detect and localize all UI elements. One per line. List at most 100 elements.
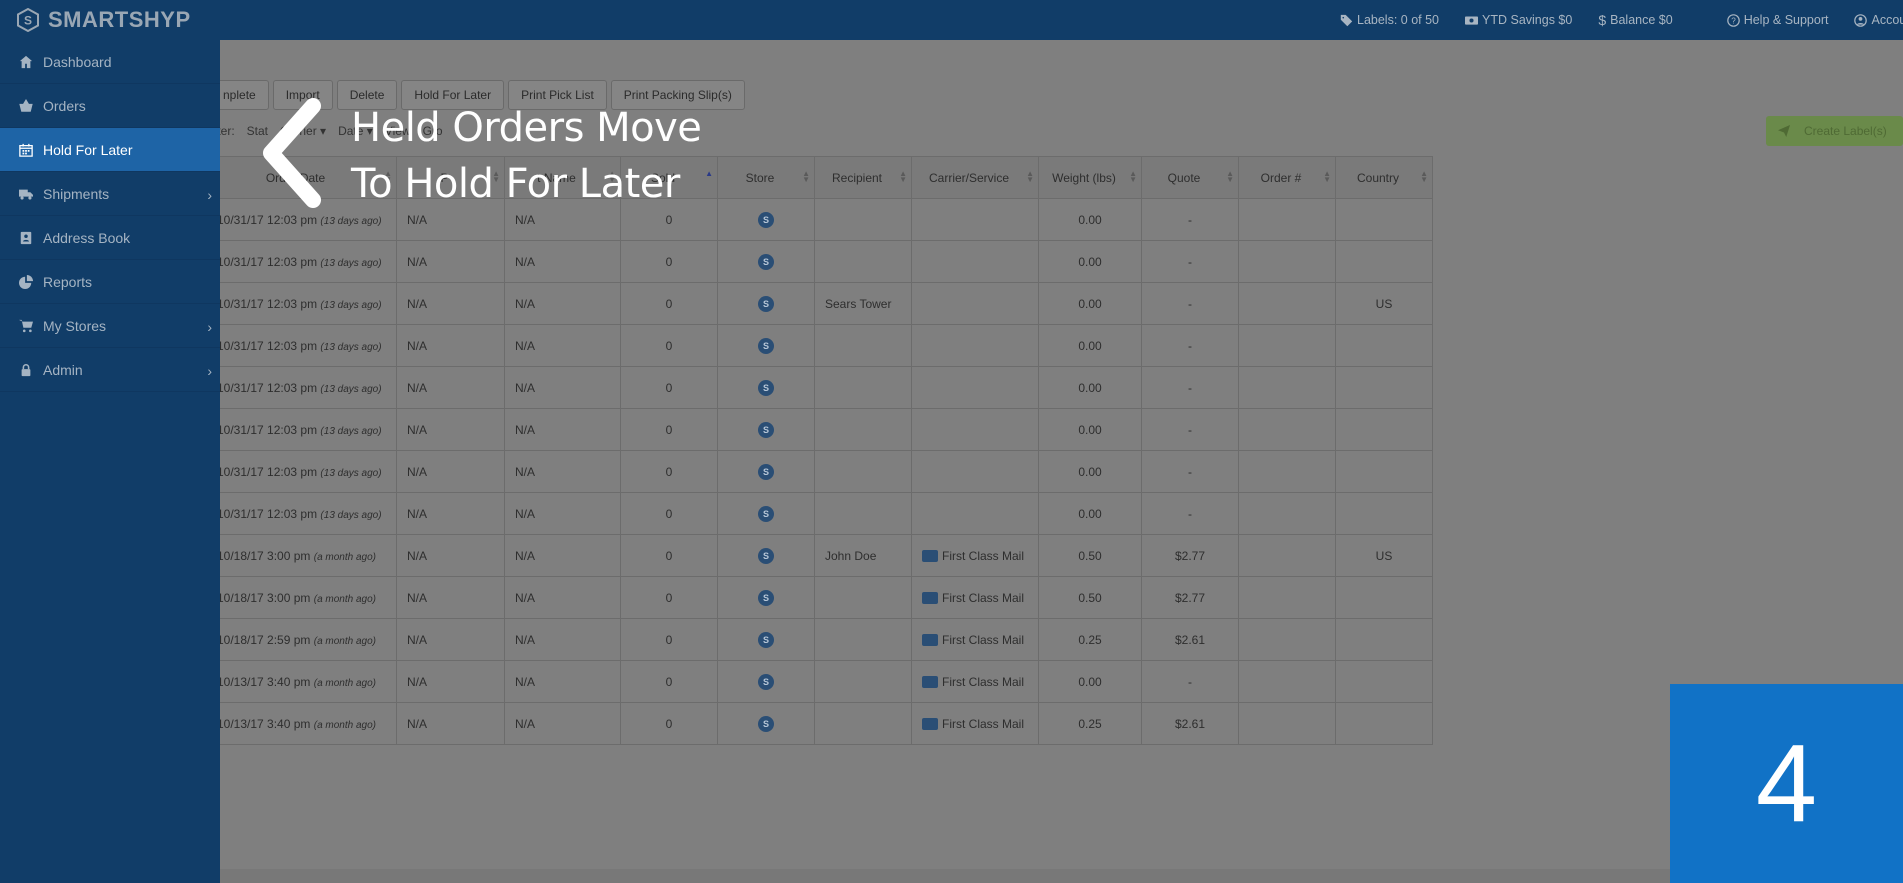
order-number-cell xyxy=(1238,660,1336,703)
chevron-right-icon: › xyxy=(207,363,212,379)
table-row[interactable]: 10/13/17 3:40 pm (a month ago) N/A N/A 0 S Fi… xyxy=(220,702,1433,745)
weight-cell: 0.00 xyxy=(1038,408,1142,451)
orders-table: Order Date ▲ ▼ P ▲ ▼ t Name ▲ ▼ Sold ▲ Store ▲ ▼ … xyxy=(220,156,1433,745)
table-row[interactable]: 10/31/17 12:03 pm (13 days ago) N/A N/A 0 S 0… xyxy=(220,366,1433,409)
caption-line-2: To Hold For Later xyxy=(351,161,680,207)
col-recipient[interactable]: Recipient ▲ ▼ xyxy=(814,156,912,199)
sidebar-item-admin[interactable]: Admin › xyxy=(0,348,220,392)
store-icon[interactable]: S xyxy=(758,715,774,732)
col-weight[interactable]: Weight (lbs) ▲ ▼ xyxy=(1038,156,1142,199)
order-date-cell: 10/31/17 12:03 pm (13 days ago) xyxy=(220,366,397,409)
table-row[interactable]: 10/31/17 12:03 pm (13 days ago) N/A N/A 0 S 0… xyxy=(220,240,1433,283)
sort-icon: ▲ ▼ xyxy=(899,169,907,184)
store-icon[interactable]: S xyxy=(758,253,774,270)
store-icon[interactable]: S xyxy=(758,463,774,480)
store-icon[interactable]: S xyxy=(758,337,774,354)
caption-line-1: Held Orders Move xyxy=(351,105,702,151)
store-icon[interactable]: S xyxy=(758,505,774,522)
recipient-cell xyxy=(814,408,912,451)
usps-icon xyxy=(922,634,938,647)
sold-cell: 0 xyxy=(620,534,718,577)
calendar-icon xyxy=(19,143,33,157)
order-date-cell: 10/31/17 12:03 pm (13 days ago) xyxy=(220,324,397,367)
order-date-cell: 10/18/17 3:00 pm (a month ago) xyxy=(220,534,397,577)
store-icon[interactable]: S xyxy=(758,673,774,690)
labels-count[interactable]: Labels: 0 of 50 xyxy=(1340,13,1439,27)
table-row[interactable]: 10/31/17 12:03 pm (13 days ago) N/A N/A 0 S 0… xyxy=(220,492,1433,535)
back-arrow-icon xyxy=(263,98,321,208)
quote-cell: - xyxy=(1141,408,1239,451)
order-number-cell xyxy=(1238,534,1336,577)
logo[interactable]: S SMARTSHYP xyxy=(16,7,191,33)
account-menu[interactable]: Account xyxy=(1854,13,1903,27)
country-cell xyxy=(1335,492,1433,535)
recipient-cell xyxy=(814,450,912,493)
quote-cell: $2.61 xyxy=(1141,618,1239,661)
sidebar-item-label: Admin xyxy=(43,361,83,378)
weight-cell: 0.00 xyxy=(1038,198,1142,241)
table-row[interactable]: 10/31/17 12:03 pm (13 days ago) N/A N/A 0 S S… xyxy=(220,282,1433,325)
recipient-cell xyxy=(814,492,912,535)
tutorial-caption: Held Orders Move To Hold For Later xyxy=(351,100,702,212)
order-date-cell: 10/31/17 12:03 pm (13 days ago) xyxy=(220,450,397,493)
quote-cell: - xyxy=(1141,366,1239,409)
sold-cell: 0 xyxy=(620,408,718,451)
col-quote[interactable]: Quote ▲ ▼ xyxy=(1141,156,1239,199)
store-icon[interactable]: S xyxy=(758,421,774,438)
lock-icon xyxy=(21,363,31,376)
store-icon[interactable]: S xyxy=(758,211,774,228)
cell-p: N/A xyxy=(396,618,505,661)
order-number-cell xyxy=(1238,492,1336,535)
table-row[interactable]: 10/18/17 3:00 pm (a month ago) N/A N/A 0 S Jo… xyxy=(220,534,1433,577)
quote-cell: - xyxy=(1141,282,1239,325)
sidebar-item-address-book[interactable]: Address Book xyxy=(0,216,220,260)
col-carrier-service[interactable]: Carrier/Service ▲ ▼ xyxy=(911,156,1039,199)
sidebar-item-reports[interactable]: Reports xyxy=(0,260,220,304)
sort-icon: ▲ ▼ xyxy=(1226,169,1234,184)
col-store[interactable]: Store ▲ ▼ xyxy=(717,156,815,199)
store-icon[interactable]: S xyxy=(758,631,774,648)
sold-cell: 0 xyxy=(620,492,718,535)
sidebar-item-dashboard[interactable]: Dashboard xyxy=(0,40,220,84)
cell-p: N/A xyxy=(396,240,505,283)
store-cell: S xyxy=(717,198,815,241)
table-row[interactable]: 10/31/17 12:03 pm (13 days ago) N/A N/A 0 S 0… xyxy=(220,324,1433,367)
help-support[interactable]: ? Help & Support xyxy=(1726,13,1828,27)
store-icon[interactable]: S xyxy=(758,295,774,312)
home-icon xyxy=(19,55,33,68)
table-row[interactable]: 10/31/17 12:03 pm (13 days ago) N/A N/A 0 S 0… xyxy=(220,408,1433,451)
carrier-cell xyxy=(911,450,1039,493)
product-name-cell: N/A xyxy=(504,702,621,745)
sidebar-item-hold-for-later[interactable]: Hold For Later xyxy=(0,128,220,172)
quote-cell: - xyxy=(1141,240,1239,283)
col-order-number[interactable]: Order # ▲ ▼ xyxy=(1238,156,1336,199)
table-row[interactable]: 10/13/17 3:40 pm (a month ago) N/A N/A 0 S Fi… xyxy=(220,660,1433,703)
cell-p: N/A xyxy=(396,534,505,577)
carrier-cell xyxy=(911,366,1039,409)
logo-text: SMARTSHYP xyxy=(48,7,191,32)
cell-p: N/A xyxy=(396,366,505,409)
sidebar-item-orders[interactable]: Orders xyxy=(0,84,220,128)
sidebar-item-shipments[interactable]: Shipments › xyxy=(0,172,220,216)
recipient-cell xyxy=(814,576,912,619)
store-icon[interactable]: S xyxy=(758,379,774,396)
quote-cell: - xyxy=(1141,492,1239,535)
store-cell: S xyxy=(717,408,815,451)
sidebar-item-my-stores[interactable]: My Stores › xyxy=(0,304,220,348)
table-row[interactable]: 10/18/17 3:00 pm (a month ago) N/A N/A 0 S Fi… xyxy=(220,576,1433,619)
create-labels-button[interactable]: Create Label(s) xyxy=(1766,116,1903,146)
weight-cell: 0.00 xyxy=(1038,240,1142,283)
store-icon[interactable]: S xyxy=(758,589,774,606)
ytd-savings[interactable]: YTD Savings $0 xyxy=(1465,13,1572,27)
balance[interactable]: $ Balance $0 xyxy=(1598,12,1672,28)
table-row[interactable]: 10/18/17 2:59 pm (a month ago) N/A N/A 0 S Fi… xyxy=(220,618,1433,661)
sidebar-item-label: Dashboard xyxy=(43,53,112,70)
cell-p: N/A xyxy=(396,450,505,493)
sort-icon: ▲ ▼ xyxy=(1026,169,1034,184)
tag-icon xyxy=(1340,14,1353,26)
col-country[interactable]: Country ▲ ▼ xyxy=(1335,156,1433,199)
table-row[interactable]: 10/31/17 12:03 pm (13 days ago) N/A N/A 0 S 0… xyxy=(220,450,1433,493)
cell-p: N/A xyxy=(396,282,505,325)
store-icon[interactable]: S xyxy=(758,547,774,564)
recipient-cell: John Doe xyxy=(814,534,912,577)
